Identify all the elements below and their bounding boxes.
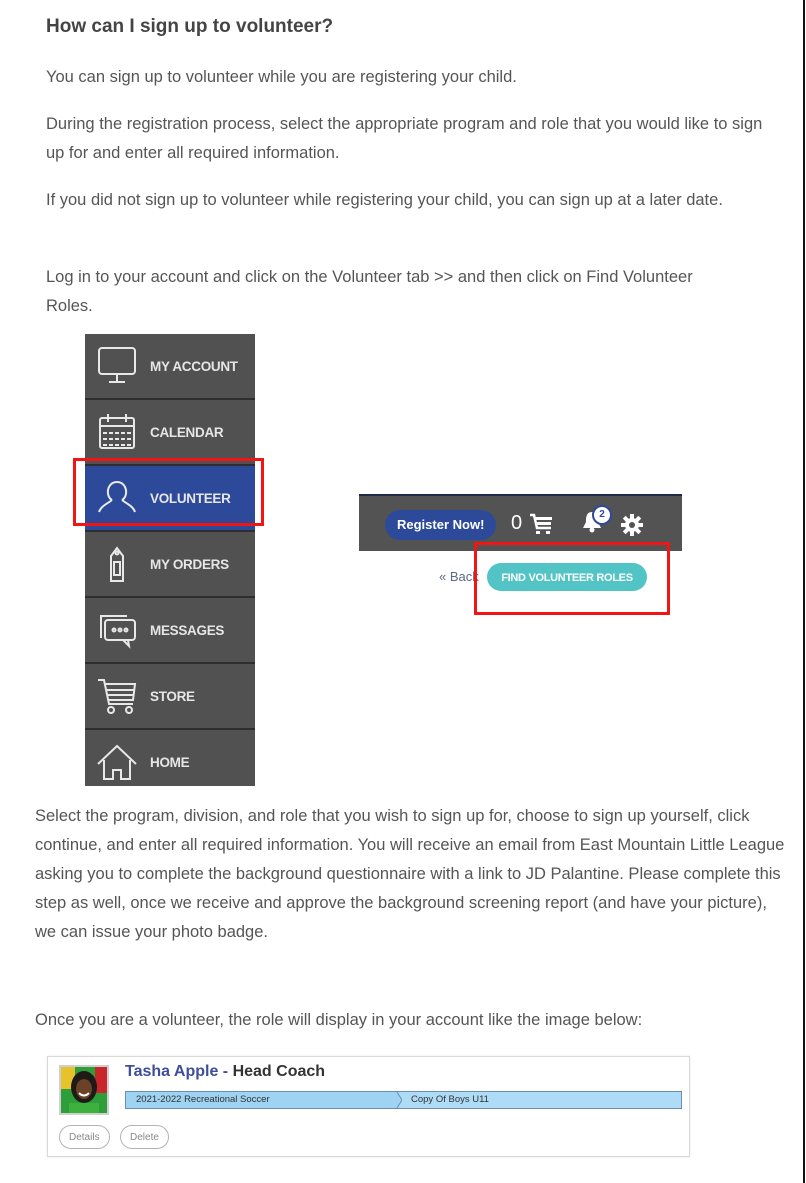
sidebar-item-calendar[interactable]: CALENDAR	[85, 400, 255, 466]
sidebar-item-home[interactable]: HOME	[85, 730, 255, 794]
sidebar-item-messages[interactable]: MESSAGES	[85, 598, 255, 664]
notification-badge: 2	[592, 505, 612, 525]
program-label: 2021-2022 Recreational Soccer	[126, 1092, 397, 1108]
cart-count: 0	[511, 512, 523, 534]
back-link[interactable]: « Back	[439, 569, 479, 584]
sidebar-item-label: HOME	[150, 754, 190, 770]
sidebar-item-label: STORE	[150, 688, 195, 704]
paragraph-later-date: If you did not sign up to volunteer whil…	[46, 191, 723, 209]
register-now-button[interactable]: Register Now!	[385, 510, 497, 540]
details-button[interactable]: Details	[59, 1125, 110, 1149]
chat-icon	[93, 608, 141, 652]
chevron-right-icon	[392, 1092, 402, 1108]
sidebar-item-label: MESSAGES	[150, 622, 225, 638]
monitor-icon	[93, 344, 141, 388]
role-name: Head Coach	[232, 1063, 326, 1080]
division-label: Copy Of Boys U11	[411, 1094, 489, 1105]
page-border	[803, 0, 805, 1183]
sidebar-item-store[interactable]: STORE	[85, 664, 255, 730]
sidebar-item-my-orders[interactable]: MY ORDERS	[85, 532, 255, 598]
paragraph-intro: You can sign up to volunteer while you a…	[46, 68, 517, 86]
paragraph-registration: During the registration process, select …	[46, 115, 763, 162]
paragraph-role-display: Once you are a volunteer, the role will …	[35, 1011, 643, 1029]
highlight-volunteer-tab	[73, 458, 264, 526]
faq-heading: How can I sign up to volunteer?	[46, 16, 334, 37]
gear-icon[interactable]	[621, 514, 643, 541]
program-breadcrumb: 2021-2022 Recreational Soccer Copy Of Bo…	[125, 1091, 682, 1109]
sidebar-item-label: CALENDAR	[150, 424, 224, 440]
paragraph-login-steps: Log in to your account and click on the …	[46, 268, 693, 315]
cart-icon	[93, 674, 141, 718]
shopping-cart-icon[interactable]	[529, 513, 555, 540]
home-icon	[93, 740, 141, 784]
role-title: Tasha Apple - Head Coach	[125, 1063, 326, 1080]
delete-button[interactable]: Delete	[120, 1125, 169, 1149]
paragraph-select-program: Select the program, division, and role t…	[35, 807, 785, 941]
volunteer-role-card: Tasha Apple - Head Coach 2021-2022 Recre…	[47, 1056, 690, 1157]
sidebar-item-my-account[interactable]: MY ACCOUNT	[85, 334, 255, 400]
sidebar-item-label: MY ACCOUNT	[150, 358, 238, 374]
calendar-icon	[93, 410, 141, 454]
tag-icon	[93, 542, 141, 586]
sidebar-item-label: MY ORDERS	[150, 556, 229, 572]
highlight-find-roles	[474, 542, 670, 615]
volunteer-name[interactable]: Tasha Apple	[125, 1063, 218, 1080]
account-sidebar: MY ACCOUNT CALENDAR VOLUNTEER MY ORDERS …	[85, 334, 255, 786]
avatar	[59, 1065, 109, 1115]
